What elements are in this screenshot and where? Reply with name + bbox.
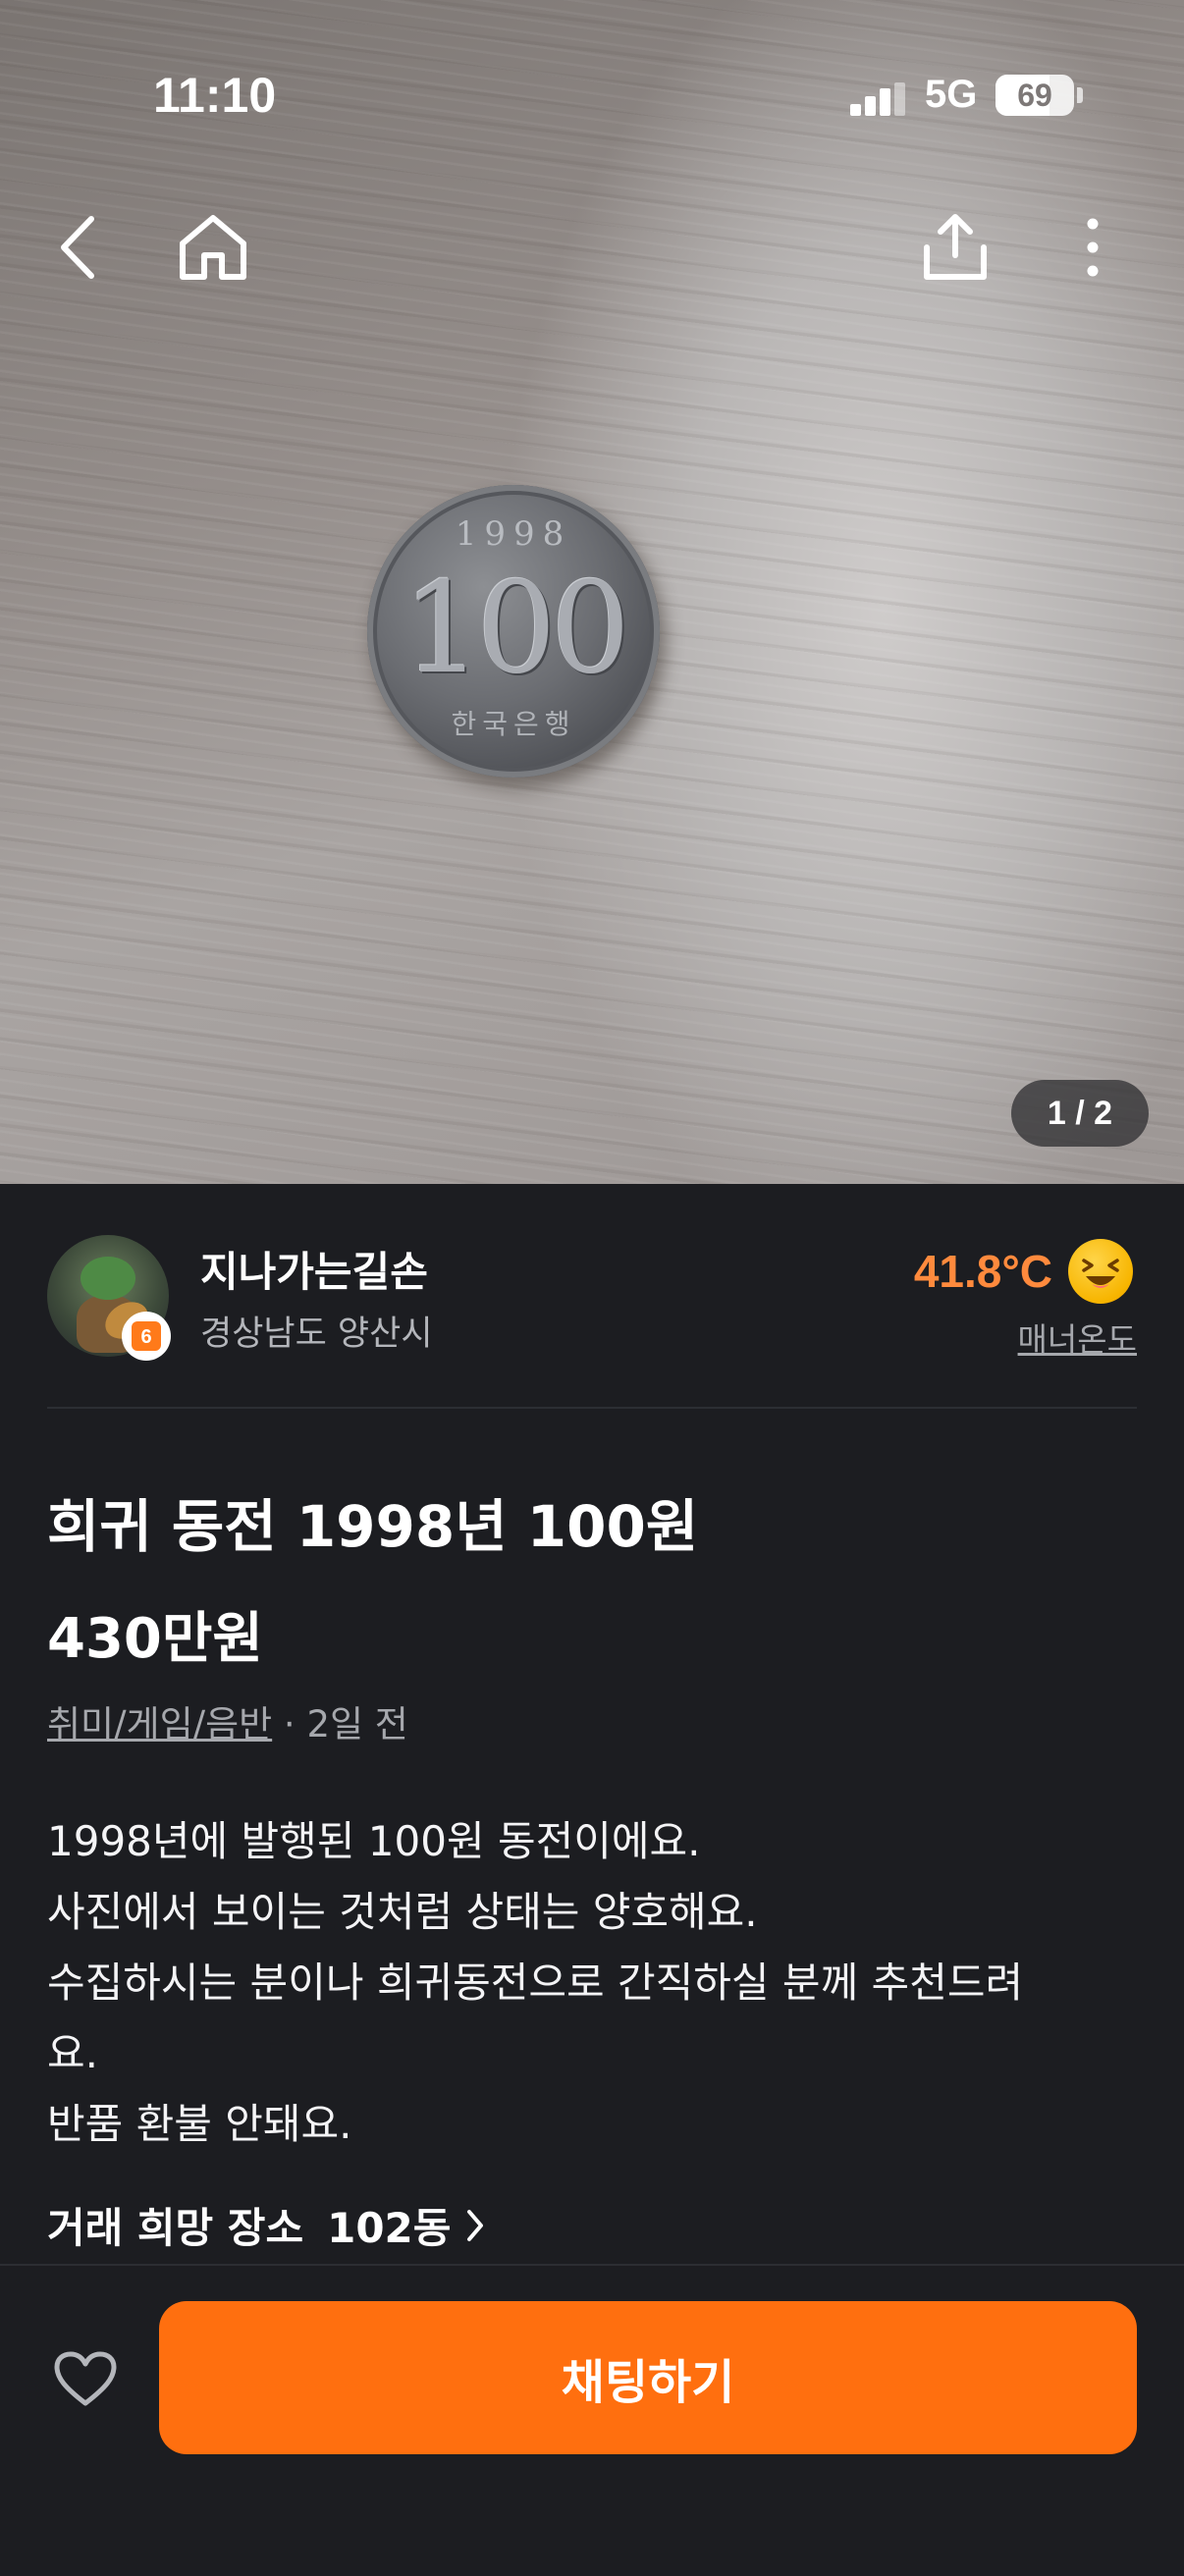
battery-percent: 69 xyxy=(1017,78,1052,113)
trade-place-row[interactable]: 거래 희망 장소 102동 xyxy=(47,2195,486,2255)
chat-button[interactable]: 채팅하기 xyxy=(159,2301,1137,2454)
coin-label: 한국은행 xyxy=(451,708,576,740)
bottom-action-bar: 채팅하기 xyxy=(0,2264,1184,2576)
product-price: 430만원 xyxy=(47,1607,263,1671)
back-button[interactable] xyxy=(35,203,124,292)
share-icon xyxy=(924,214,987,280)
product-title: 희귀 동전 1998년 100원 xyxy=(47,1493,699,1560)
description-line: 수집하시는 분이나 희귀동전으로 간직하실 분께 추천드려 xyxy=(47,1959,1024,2007)
coin-value: 100 xyxy=(402,556,630,702)
seller-profile[interactable]: 6 지나가는길손 경상남도 양산시 41.8°C 매너온도 xyxy=(0,1184,1184,1408)
more-button[interactable] xyxy=(1049,203,1137,292)
home-button[interactable] xyxy=(169,203,257,292)
coin-year: 1998 xyxy=(455,514,572,554)
battery-cap xyxy=(1077,87,1083,103)
calendar-badge-icon: 6 xyxy=(122,1312,171,1361)
description-line: 사진에서 보이는 것처럼 상태는 양호해요. xyxy=(47,1888,758,1936)
category-link[interactable]: 취미/게임/음반 xyxy=(47,1703,272,1745)
divider xyxy=(47,1407,1137,1409)
seller-location: 경상남도 양산시 xyxy=(200,1315,433,1354)
product-meta: 취미/게임/음반 · 2일 전 xyxy=(47,1694,408,1747)
trade-place-label: 거래 희망 장소 xyxy=(47,2204,304,2252)
coin-image: 1998 100 한국은행 xyxy=(367,485,660,778)
network-type: 5G xyxy=(925,73,978,116)
like-button[interactable] xyxy=(41,2334,130,2423)
trade-place-value: 102동 xyxy=(327,2204,452,2252)
status-time: 11:10 xyxy=(153,68,277,123)
manner-temperature: 41.8°C xyxy=(913,1246,1052,1297)
description-line: 1998년에 발행된 100원 동전이에요. xyxy=(47,1817,701,1865)
chevron-right-icon xyxy=(467,2209,484,2241)
manner-temperature-link[interactable]: 매너온도 xyxy=(1018,1314,1137,1361)
posted-time: · 2일 전 xyxy=(272,1703,408,1745)
heart-outline-icon xyxy=(54,2351,117,2406)
description-line: 반품 환불 안돼요. xyxy=(47,2100,352,2148)
more-vertical-icon xyxy=(1087,218,1099,277)
home-icon xyxy=(180,215,246,280)
description-line: 요. xyxy=(47,2029,98,2077)
chevron-left-icon xyxy=(61,216,94,279)
photo-counter: 1 / 2 xyxy=(1011,1080,1149,1147)
share-button[interactable] xyxy=(911,203,999,292)
product-photo[interactable]: 1998 100 한국은행 11:10 5G 69 1 / 2 xyxy=(0,0,1184,1184)
grinning-face-icon xyxy=(1068,1239,1133,1304)
seller-nickname[interactable]: 지나가는길손 xyxy=(200,1239,428,1299)
status-bar: 11:10 5G 69 xyxy=(0,0,1184,196)
product-description: 1998년에 발행된 100원 동전이에요. 사진에서 보이는 것처럼 상태는 … xyxy=(47,1806,1137,2160)
battery-icon: 69 xyxy=(996,75,1074,116)
signal-icon xyxy=(850,82,905,116)
